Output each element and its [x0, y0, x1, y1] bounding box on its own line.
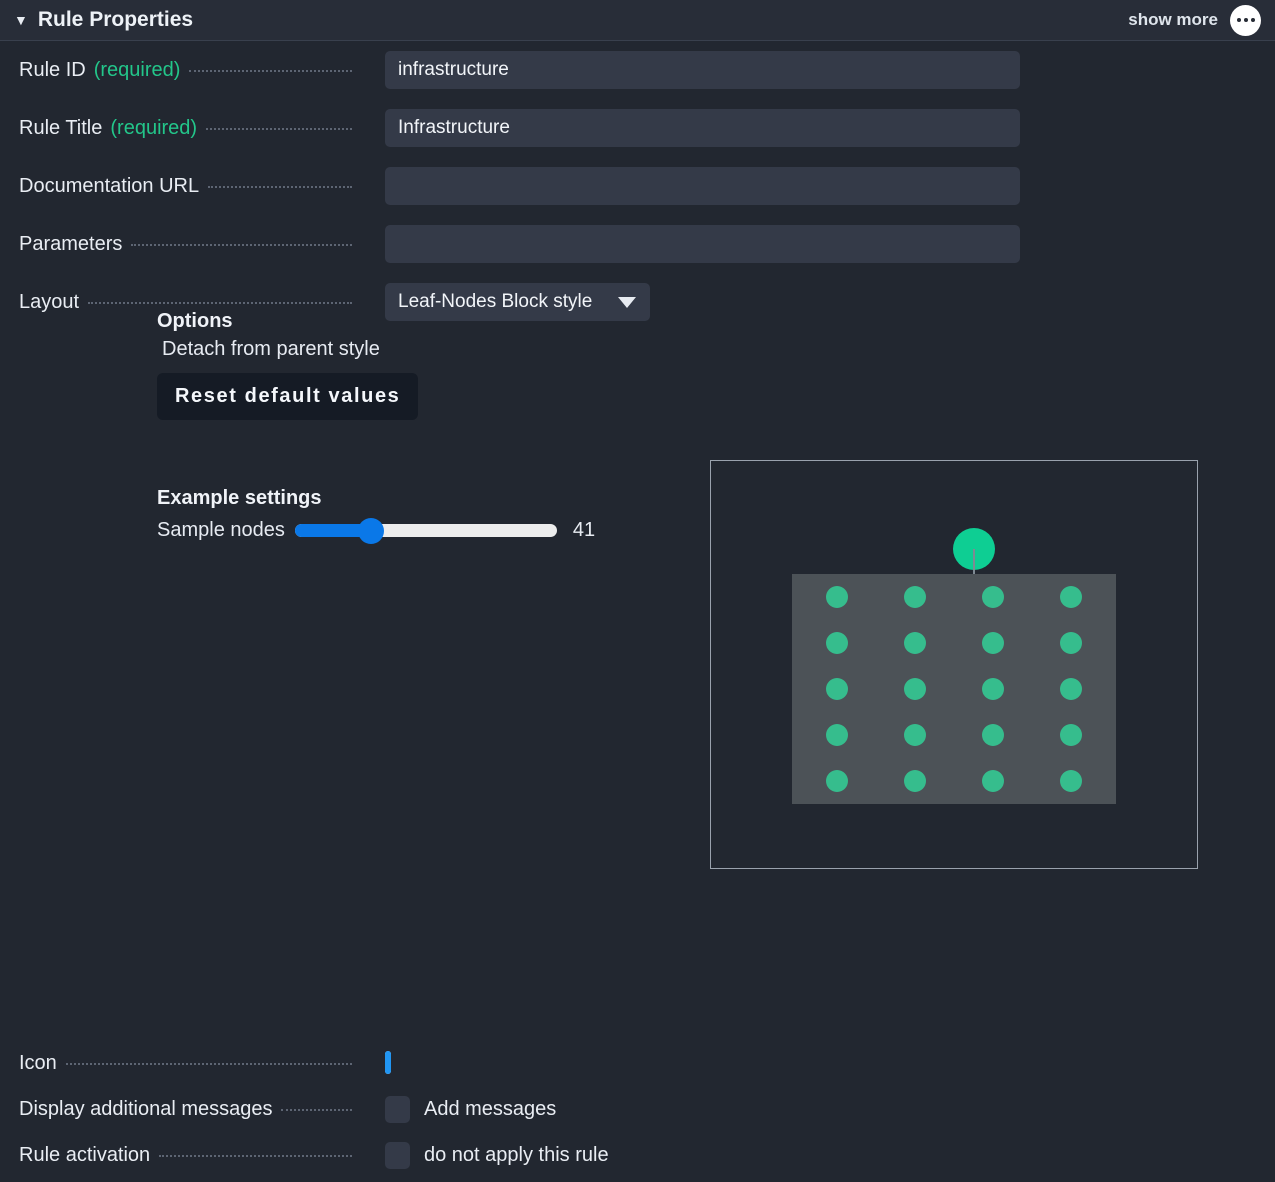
preview-leaf-node — [1060, 586, 1082, 608]
preview-leaf-node — [982, 586, 1004, 608]
chevron-down-icon — [618, 297, 636, 308]
preview-leaf-node — [826, 724, 848, 746]
dot-leader — [206, 128, 352, 130]
reset-default-values-button[interactable]: Reset default values — [157, 373, 418, 420]
dot-leader — [159, 1155, 352, 1157]
show-more-button[interactable]: show more — [1128, 10, 1218, 30]
label-rule-id: Rule ID (required) — [0, 59, 355, 82]
preview-leaf-node — [904, 678, 926, 700]
label-display-additional-messages: Display additional messages — [0, 1098, 355, 1121]
slider-thumb[interactable] — [358, 518, 384, 544]
form-row-rule-activation: Rule activation do not apply this rule — [0, 1132, 1275, 1178]
label-icon: Icon — [0, 1052, 355, 1075]
dot-leader — [131, 244, 352, 246]
sample-nodes-value: 41 — [573, 519, 595, 542]
layout-select[interactable]: Leaf-Nodes Block style — [385, 283, 650, 321]
label-text: Rule ID — [19, 59, 86, 82]
form-row-additional-messages: Display additional messages Add messages — [0, 1086, 1275, 1132]
label-text: Icon — [19, 1052, 57, 1075]
icon-picker-swatch[interactable] — [385, 1051, 391, 1074]
detach-from-parent-style-option[interactable]: Detach from parent style — [157, 338, 418, 361]
field-do-not-apply: do not apply this rule — [355, 1142, 609, 1169]
field-rule-id — [355, 51, 1020, 89]
dot-leader — [66, 1063, 352, 1065]
sample-nodes-label: Sample nodes — [157, 519, 285, 542]
required-marker: (required) — [94, 59, 181, 82]
add-messages-label: Add messages — [424, 1098, 556, 1121]
example-settings-section: Example settings Sample nodes 41 — [157, 487, 595, 542]
sample-nodes-slider-row: Sample nodes 41 — [157, 519, 595, 542]
preview-leaf-node — [904, 724, 926, 746]
label-text: Parameters — [19, 233, 122, 256]
dot-leader — [208, 186, 352, 188]
sample-nodes-slider[interactable] — [295, 524, 557, 537]
parameters-input[interactable] — [385, 225, 1020, 263]
preview-leaf-node — [826, 586, 848, 608]
dot-leader — [88, 302, 352, 304]
layout-preview — [710, 460, 1198, 869]
label-text: Display additional messages — [19, 1098, 272, 1121]
preview-connector-line — [973, 549, 975, 577]
field-parameters — [355, 225, 1020, 263]
form-row-parameters: Parameters — [0, 215, 1275, 273]
documentation-url-input[interactable] — [385, 167, 1020, 205]
rule-title-input[interactable] — [385, 109, 1020, 147]
kebab-dot — [1244, 18, 1248, 22]
rule-id-input[interactable] — [385, 51, 1020, 89]
preview-leaf-node — [982, 632, 1004, 654]
rule-properties-form: Rule ID (required) Rule Title (required)… — [0, 41, 1275, 331]
more-options-icon[interactable] — [1230, 5, 1261, 36]
form-row-rule-title: Rule Title (required) — [0, 99, 1275, 157]
preview-leaf-node — [826, 770, 848, 792]
preview-leaf-node — [826, 678, 848, 700]
field-add-messages: Add messages — [355, 1096, 556, 1123]
layout-select-value: Leaf-Nodes Block style — [398, 291, 592, 313]
label-text: Documentation URL — [19, 175, 199, 198]
label-parameters: Parameters — [0, 233, 355, 256]
bottom-settings: Icon Display additional messages Add mes… — [0, 1040, 1275, 1178]
preview-leaf-node — [1060, 724, 1082, 746]
example-settings-heading: Example settings — [157, 487, 595, 510]
preview-leaf-node — [1060, 632, 1082, 654]
do-not-apply-label: do not apply this rule — [424, 1144, 609, 1167]
add-messages-checkbox[interactable] — [385, 1096, 410, 1123]
preview-leaf-node — [904, 770, 926, 792]
preview-leaf-node — [904, 632, 926, 654]
panel-header: ▼ Rule Properties show more — [0, 0, 1275, 41]
form-row-icon: Icon — [0, 1040, 1275, 1086]
kebab-dot — [1237, 18, 1241, 22]
label-text: Rule Title — [19, 117, 102, 140]
kebab-dot — [1251, 18, 1255, 22]
form-row-rule-id: Rule ID (required) — [0, 41, 1275, 99]
preview-leaf-node — [982, 678, 1004, 700]
dot-leader — [281, 1109, 352, 1111]
form-row-documentation-url: Documentation URL — [0, 157, 1275, 215]
collapse-chevron-icon[interactable]: ▼ — [14, 13, 28, 27]
preview-leaf-node — [826, 632, 848, 654]
header-actions: show more — [1128, 5, 1261, 36]
dot-leader — [189, 70, 352, 72]
required-marker: (required) — [110, 117, 197, 140]
label-documentation-url: Documentation URL — [0, 175, 355, 198]
do-not-apply-checkbox[interactable] — [385, 1142, 410, 1169]
preview-leaf-node — [982, 724, 1004, 746]
options-section: Options Detach from parent style Reset d… — [157, 310, 418, 420]
label-text: Rule activation — [19, 1144, 150, 1167]
label-rule-title: Rule Title (required) — [0, 117, 355, 140]
options-heading: Options — [157, 310, 418, 333]
label-text: Layout — [19, 291, 79, 314]
field-documentation-url — [355, 167, 1020, 205]
preview-leaf-node — [904, 586, 926, 608]
page-title: Rule Properties — [38, 8, 193, 32]
preview-leaf-node — [1060, 678, 1082, 700]
label-rule-activation: Rule activation — [0, 1144, 355, 1167]
field-icon — [355, 1054, 391, 1072]
preview-leaf-block — [792, 574, 1116, 804]
preview-leaf-node — [1060, 770, 1082, 792]
field-rule-title — [355, 109, 1020, 147]
preview-leaf-node — [982, 770, 1004, 792]
